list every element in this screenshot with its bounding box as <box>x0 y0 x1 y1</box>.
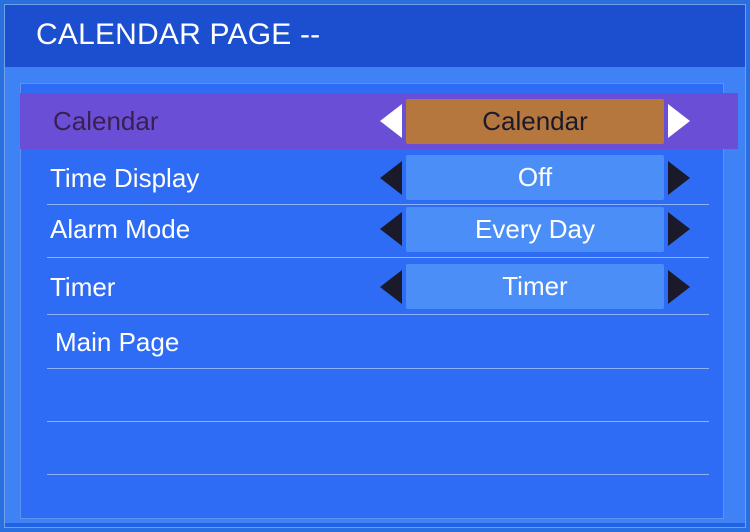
alarm-mode-value[interactable]: Every Day <box>406 207 664 252</box>
arrow-right-icon[interactable] <box>668 270 690 304</box>
menu-item-label: Calendar <box>53 105 159 136</box>
arrow-left-icon[interactable] <box>380 212 402 246</box>
divider <box>47 257 709 258</box>
calendar-value[interactable]: Calendar <box>406 99 664 144</box>
menu-item-label: Timer <box>50 271 116 302</box>
menu-item-label: Time Display <box>50 162 200 193</box>
arrow-left-icon[interactable] <box>380 270 402 304</box>
arrow-left-icon[interactable] <box>380 161 402 195</box>
menu-item-label: Alarm Mode <box>50 213 191 244</box>
page-title: CALENDAR PAGE -- <box>36 18 321 51</box>
time-display-value[interactable]: Off <box>406 155 664 200</box>
arrow-right-icon[interactable] <box>668 161 690 195</box>
arrow-right-icon[interactable] <box>668 212 690 246</box>
menu-item-main-page[interactable]: Main Page <box>17 315 737 369</box>
divider <box>47 368 709 369</box>
arrow-left-icon[interactable] <box>380 104 402 138</box>
header-bar: CALENDAR PAGE -- <box>5 5 745 67</box>
divider <box>47 474 709 475</box>
menu-item-label: Main Page <box>55 326 180 357</box>
divider <box>47 421 709 422</box>
arrow-right-icon[interactable] <box>668 104 690 138</box>
timer-value[interactable]: Timer <box>406 264 664 309</box>
